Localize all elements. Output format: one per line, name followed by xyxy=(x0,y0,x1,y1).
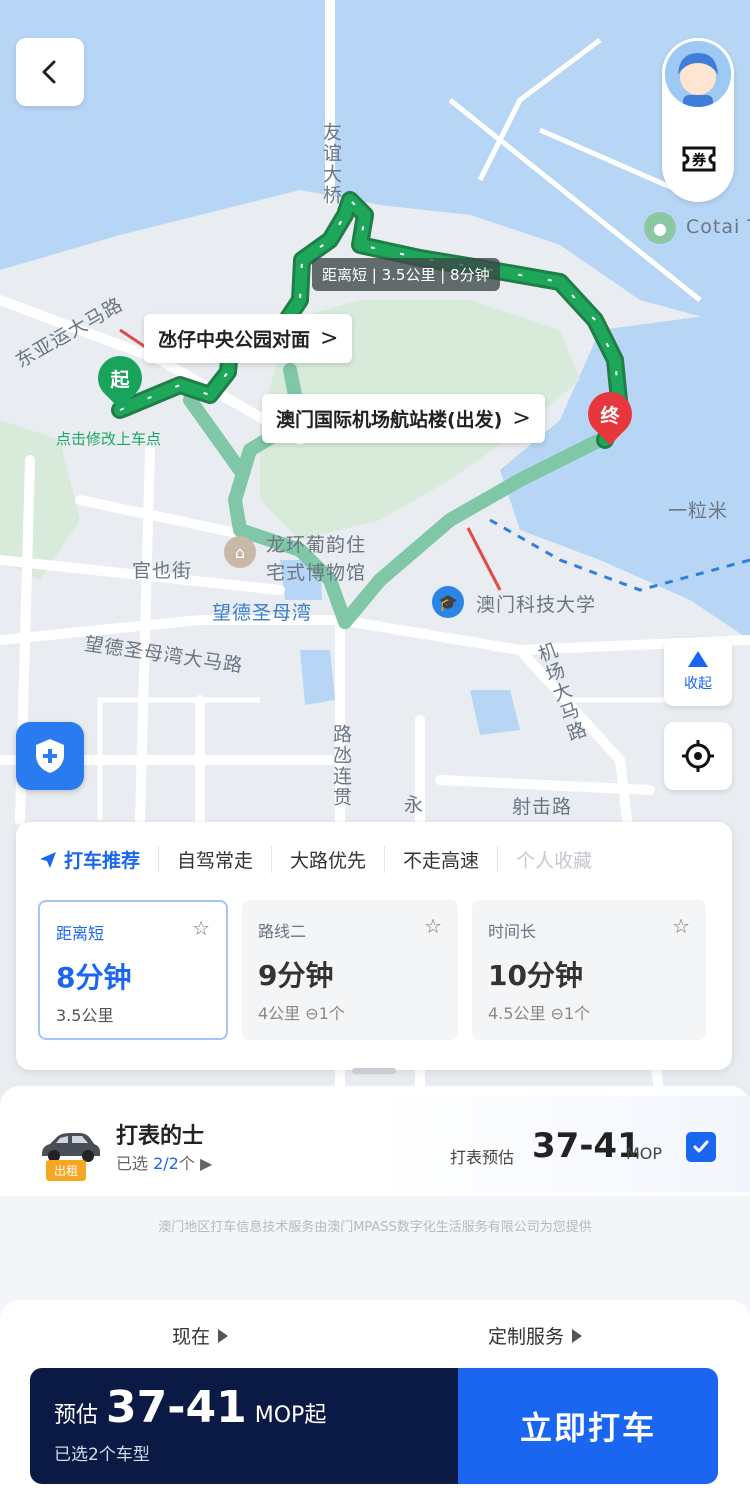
tab-self-drive[interactable]: 自驾常走 xyxy=(158,846,271,873)
taxi-car-icon xyxy=(42,1133,100,1162)
triangle-right-icon xyxy=(572,1328,583,1343)
map-label: 友谊大桥 xyxy=(320,122,342,206)
custom-service-label: 定制服务 xyxy=(488,1326,565,1348)
time-option[interactable]: 现在 xyxy=(172,1322,229,1349)
estimate-price: 37-41 xyxy=(106,1382,247,1433)
route-distance: 4.5公里 xyxy=(488,1004,546,1023)
toll-icon: ⊖ xyxy=(305,1004,319,1023)
tab-recommend[interactable]: 打车推荐 xyxy=(38,846,158,873)
estimate-prefix: 预估 xyxy=(54,1403,99,1428)
locate-icon xyxy=(682,740,714,772)
chevron-right-icon: > xyxy=(512,406,531,431)
service-disclaimer: 澳门地区打车信息技术服务由澳门MPASS数字化生活服务有限公司为您提供 xyxy=(158,1220,592,1235)
map-label: 射击路 xyxy=(512,796,573,818)
destination-label: 澳门国际机场航站楼(出发) xyxy=(276,409,503,431)
chevron-left-icon xyxy=(42,60,56,84)
coupon-icon: 券 xyxy=(682,146,716,172)
taxi-selection-count: 2/2 xyxy=(153,1154,179,1173)
taxi-name: 打表的士 xyxy=(116,1124,205,1149)
route-name: 时间长 xyxy=(488,922,537,941)
route-panel: 打车推荐 自驾常走 大路优先 不走高速 个人收藏 距离短 8分钟 3.5公里 ☆… xyxy=(16,822,732,1070)
route-distance: 3.5公里 xyxy=(56,1006,114,1025)
tab-favorites[interactable]: 个人收藏 xyxy=(497,846,610,873)
taxi-checkbox[interactable] xyxy=(686,1132,716,1162)
map-label: 路氹连贯 xyxy=(330,724,352,808)
avatar-icon xyxy=(665,41,731,107)
map-label: 官也街 xyxy=(132,560,193,582)
triangle-up-icon xyxy=(688,651,708,667)
taxi-selection[interactable]: 已选 2/2个 ▶ xyxy=(116,1150,212,1174)
back-button[interactable] xyxy=(16,38,84,106)
pickup-label: 氹仔中央公园对面 xyxy=(158,329,311,351)
estimate-suffix: MOP起 xyxy=(254,1403,327,1428)
taxi-badge: 出租 xyxy=(46,1160,87,1181)
custom-service-option[interactable]: 定制服务 xyxy=(488,1322,583,1349)
route-options: 距离短 8分钟 3.5公里 ☆ 路线二 9分钟 4公里 ⊖1个 ☆ 时间长 10… xyxy=(38,900,706,1040)
shield-plus-icon xyxy=(36,739,64,773)
end-pin-label: 终 xyxy=(600,404,620,427)
taxi-selection-prefix: 已选 xyxy=(116,1154,154,1173)
route-distance: 4公里 xyxy=(258,1004,301,1023)
price-value: 37-41 xyxy=(532,1126,641,1166)
route-tabs: 打车推荐 自驾常走 大路优先 不走高速 个人收藏 xyxy=(38,846,610,873)
map-label: 宅式博物馆 xyxy=(266,562,367,584)
star-outline-icon[interactable]: ☆ xyxy=(424,914,442,938)
tab-no-highway[interactable]: 不走高速 xyxy=(384,846,497,873)
route-name: 路线二 xyxy=(258,922,307,941)
star-outline-icon[interactable]: ☆ xyxy=(192,916,210,940)
triangle-right-icon xyxy=(218,1328,229,1343)
map-label: Cotai T xyxy=(686,216,750,238)
route-meta: 4公里 ⊖1个 xyxy=(258,1000,442,1024)
map-label: 澳门科技大学 xyxy=(476,594,597,616)
taxi-selection-suffix: 个 xyxy=(178,1154,195,1173)
route-time: 10分钟 xyxy=(488,959,583,992)
route-tolls: 1个 xyxy=(318,1004,345,1023)
school-icon: 🎓 xyxy=(432,586,464,618)
svg-text:券: 券 xyxy=(692,152,707,169)
call-taxi-bar: 预估 37-41 MOP起 已选2个车型 立即打车 xyxy=(30,1368,718,1484)
museum-icon: ⌂ xyxy=(224,536,256,568)
checkbox-checked-icon xyxy=(693,1140,709,1153)
route-card-shortest[interactable]: 距离短 8分钟 3.5公里 ☆ xyxy=(38,900,228,1040)
collapse-label: 收起 xyxy=(684,676,712,692)
map-label: 望德圣母湾 xyxy=(212,602,313,624)
call-taxi-button[interactable]: 立即打车 xyxy=(458,1368,718,1484)
paper-plane-icon xyxy=(40,851,56,868)
start-pin-label: 起 xyxy=(110,368,130,391)
locate-button[interactable] xyxy=(664,722,732,790)
route-time: 9分钟 xyxy=(258,959,334,992)
route-card-long[interactable]: 时间长 10分钟 4.5公里 ⊖1个 ☆ xyxy=(472,900,706,1040)
time-option-label: 现在 xyxy=(172,1326,211,1348)
route-name: 距离短 xyxy=(56,924,105,943)
poi-icon: ● xyxy=(644,212,676,244)
selected-car-types: 已选2个车型 xyxy=(54,1445,150,1465)
coupon-button[interactable]: 券 xyxy=(680,140,718,178)
avatar[interactable] xyxy=(662,38,734,110)
route-summary-tag: 距离短 | 3.5公里 | 8分钟 xyxy=(312,258,500,291)
map-label: 永 xyxy=(404,794,425,816)
sheet-handle[interactable] xyxy=(352,1068,396,1074)
chevron-right-icon: > xyxy=(320,326,339,351)
route-meta: 4.5公里 ⊖1个 xyxy=(488,1000,690,1024)
pickup-card[interactable]: 氹仔中央公园对面 > xyxy=(144,314,353,363)
price-label: 打表预估 xyxy=(450,1148,515,1167)
estimate-panel[interactable]: 预估 37-41 MOP起 已选2个车型 xyxy=(30,1368,458,1484)
route-card-two[interactable]: 路线二 9分钟 4公里 ⊖1个 ☆ xyxy=(242,900,458,1040)
safety-button[interactable] xyxy=(16,722,84,790)
map-label: 龙环葡韵住 xyxy=(266,534,367,556)
star-outline-icon[interactable]: ☆ xyxy=(672,914,690,938)
destination-card[interactable]: 澳门国际机场航站楼(出发) > xyxy=(262,394,545,443)
map-label: 一粒米 xyxy=(668,500,729,522)
edit-pickup-hint[interactable]: 点击修改上车点 xyxy=(56,428,161,449)
price-unit: MOP xyxy=(626,1144,663,1163)
collapse-button[interactable]: 收起 xyxy=(664,638,732,706)
tab-main-road[interactable]: 大路优先 xyxy=(271,846,384,873)
route-time: 8分钟 xyxy=(56,961,132,994)
route-tolls: 1个 xyxy=(563,1004,591,1023)
tab-label: 打车推荐 xyxy=(64,850,141,872)
toll-icon: ⊖ xyxy=(550,1004,564,1023)
triangle-right-icon: ▶ xyxy=(199,1154,213,1173)
